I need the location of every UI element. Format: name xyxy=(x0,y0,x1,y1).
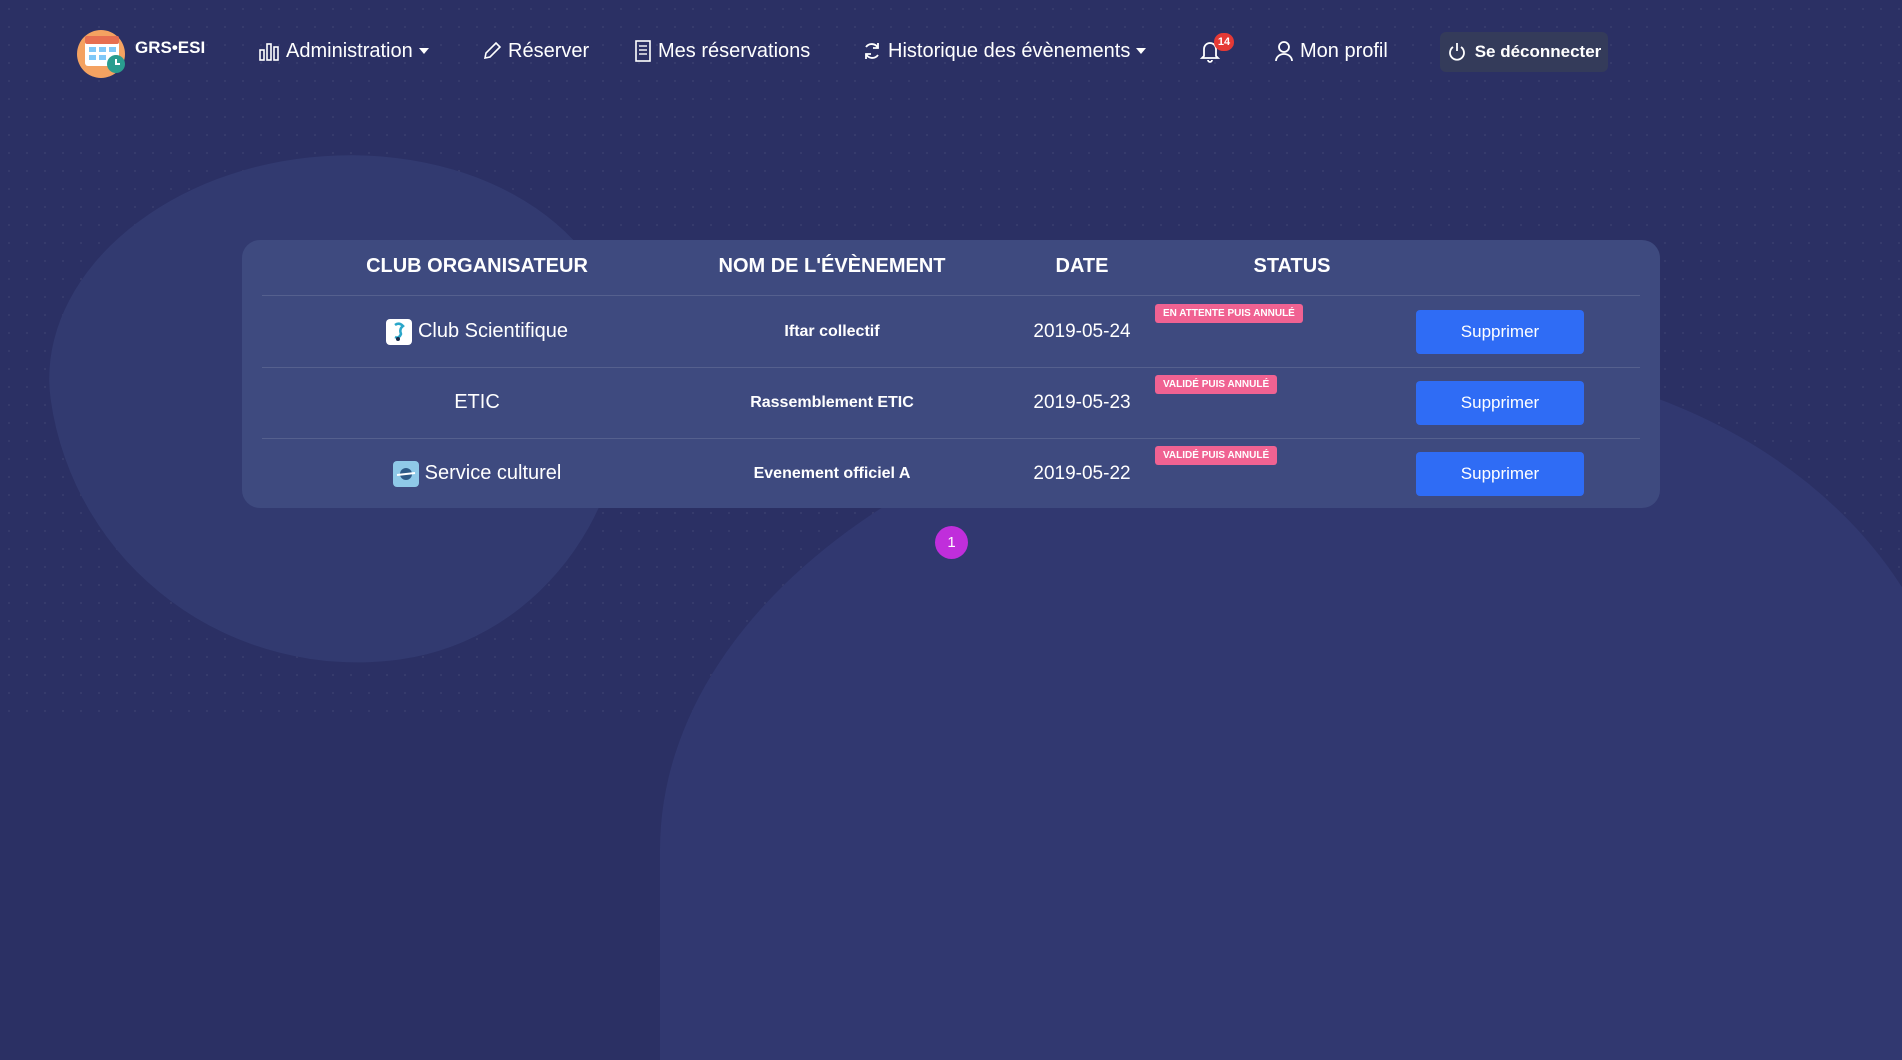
logout-button[interactable]: Se déconnecter xyxy=(1440,32,1608,72)
action-cell: Supprimer xyxy=(1416,296,1584,367)
event-name: Iftar collectif xyxy=(784,322,880,340)
events-table: CLUB ORGANISATEUR NOM DE L'ÉVÈNEMENT DAT… xyxy=(242,240,1660,508)
club-name: Service culturel xyxy=(424,462,562,484)
column-header-date: DATE xyxy=(1055,255,1109,277)
column-header-status: STATUS xyxy=(1253,255,1331,277)
brand-name[interactable]: GRS•ESI xyxy=(135,38,205,58)
pencil-icon xyxy=(483,41,502,60)
table-row: Service culturel Evenement officiel A 20… xyxy=(262,438,1640,509)
navbar: GRS•ESI Administration Réserver Mes rése… xyxy=(0,0,1902,102)
nav-historique[interactable]: Historique des évènements xyxy=(862,37,1147,65)
table-header: CLUB ORGANISATEUR NOM DE L'ÉVÈNEMENT DAT… xyxy=(262,240,1640,296)
delete-button[interactable]: Supprimer xyxy=(1416,309,1584,354)
club-cell: Service culturel xyxy=(332,438,622,509)
table-row: Club Scientifique Iftar collectif 2019-0… xyxy=(262,296,1640,368)
nav-profil[interactable]: Mon profil xyxy=(1274,37,1388,65)
club-cell: Club Scientifique xyxy=(332,296,622,367)
notification-count-badge: 14 xyxy=(1214,33,1234,51)
nav-profil-label: Mon profil xyxy=(1300,39,1388,62)
status-cell: VALIDÉ PUIS ANNULÉ xyxy=(1155,367,1278,401)
event-date: 2019-05-22 xyxy=(1033,462,1131,484)
power-icon xyxy=(1448,43,1465,61)
logout-label: Se déconnecter xyxy=(1474,42,1602,61)
status-cell: EN ATTENTE PUIS ANNULÉ xyxy=(1155,296,1303,330)
document-icon xyxy=(635,40,651,62)
action-cell: Supprimer xyxy=(1416,438,1584,509)
delete-button[interactable]: Supprimer xyxy=(1416,451,1584,496)
refresh-icon xyxy=(865,43,879,59)
table-row: ETIC Rassemblement ETIC 2019-05-23 VALID… xyxy=(262,367,1640,439)
bar-chart-icon xyxy=(259,43,279,61)
calendar-logo-icon[interactable] xyxy=(75,26,129,78)
status-badge: VALIDÉ PUIS ANNULÉ xyxy=(1155,445,1278,465)
caret-down-icon xyxy=(1136,48,1147,54)
nav-mes-reservations[interactable]: Mes réservations xyxy=(634,37,810,65)
status-cell: VALIDÉ PUIS ANNULÉ xyxy=(1155,438,1278,472)
club-name: ETIC xyxy=(454,391,500,413)
nav-mes-reservations-label: Mes réservations xyxy=(658,39,811,62)
club-cell: ETIC xyxy=(332,367,622,438)
column-header-event: NOM DE L'ÉVÈNEMENT xyxy=(718,255,946,277)
nav-historique-label: Historique des évènements xyxy=(888,39,1131,62)
nav-administration-label: Administration xyxy=(286,39,413,62)
user-icon xyxy=(1275,41,1293,62)
caret-down-icon xyxy=(418,48,429,54)
service-culturel-logo-icon xyxy=(392,460,419,487)
status-badge: VALIDÉ PUIS ANNULÉ xyxy=(1155,374,1278,394)
pagination-page-1[interactable]: 1 xyxy=(935,526,968,559)
event-date: 2019-05-23 xyxy=(1033,391,1131,413)
event-name: Evenement officiel A xyxy=(753,464,911,482)
club-scientifique-logo-icon xyxy=(385,318,412,345)
status-badge: EN ATTENTE PUIS ANNULÉ xyxy=(1155,303,1303,323)
action-cell: Supprimer xyxy=(1416,367,1584,438)
delete-button[interactable]: Supprimer xyxy=(1416,380,1584,425)
column-header-club: CLUB ORGANISATEUR xyxy=(366,255,588,277)
nav-reserver[interactable]: Réserver xyxy=(482,37,589,65)
event-name: Rassemblement ETIC xyxy=(750,393,914,411)
nav-reserver-label: Réserver xyxy=(508,39,590,62)
event-date: 2019-05-24 xyxy=(1033,320,1131,342)
club-name: Club Scientifique xyxy=(417,320,569,342)
nav-administration[interactable]: Administration xyxy=(258,37,429,65)
